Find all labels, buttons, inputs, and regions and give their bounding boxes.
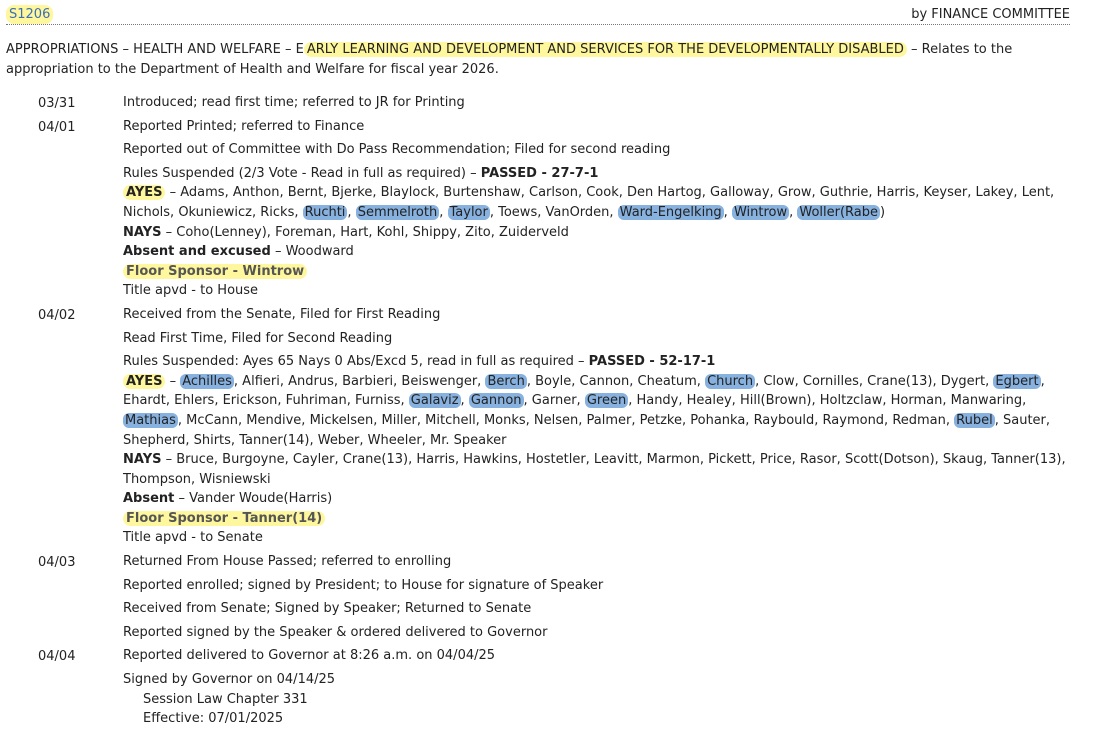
separator: ) [880,204,886,220]
ayes-label: AYES [123,373,166,389]
history-action: Reported Printed; referred to Finance [123,118,365,134]
floor-sponsor: Floor Sponsor - Tanner(14) [123,510,326,526]
history-day-0401: 04/01 Reported Printed; referred to Fina… [38,117,1078,305]
highlighted-name: Church [705,373,756,389]
absent-list: Absent and excused – Woodward [123,242,1078,262]
highlighted-name: Achilles [180,373,234,389]
absent-names: – Woodward [270,244,354,260]
nays-names: – Bruce, Burgoyne, Cayler, Crane(13), Ha… [123,452,1066,487]
bill-header: S1206 by FINANCE COMMITTEE [6,4,1070,25]
absent-list: Absent – Vander Woude(Harris) [123,489,1078,509]
effective-date: Effective: 07/01/2025 [143,711,284,727]
vote-description: Rules Suspended: Ayes 65 Nays 0 Abs/Excd… [123,354,589,370]
history-action: Read First Time, Filed for Second Readin… [123,330,393,346]
history-action: Returned From House Passed; referred to … [123,554,452,570]
highlighted-name: Taylor [447,204,490,220]
absent-label: Absent [123,491,175,507]
history-action: Title apvd - to House [123,283,259,299]
history-date: 04/04 [38,649,76,665]
bill-history: 03/31 Introduced; read first time; refer… [38,93,1078,729]
highlighted-name: Rubel [954,412,995,428]
separator: , [439,204,448,220]
highlighted-name: Egbert [993,373,1041,389]
vote-result: PASSED - 27-7-1 [480,165,599,181]
separator: , [460,393,469,409]
highlighted-name: Berch [485,373,527,389]
highlighted-name: Gannon [468,393,524,409]
ayes-label: AYES [123,185,166,201]
history-date: 04/03 [38,555,76,571]
bill-sponsor: by FINANCE COMMITTEE [911,7,1070,22]
ayes-names: , Alfieri, Andrus, Barbieri, Beiswenger, [233,373,486,389]
floor-sponsor: Floor Sponsor - Wintrow [123,263,308,279]
highlighted-name: Ruchti [302,204,348,220]
separator: , [347,204,356,220]
history-day-0402: 04/02 Received from the Senate, Filed fo… [38,305,1078,552]
separator: , [723,204,732,220]
bill-number[interactable]: S1206 [6,5,54,24]
session-law: Session Law Chapter 331 [143,691,308,707]
ayes-names: , Boyle, Cannon, Cheatum, [526,373,706,389]
bill-summary: APPROPRIATIONS – HEALTH AND WELFARE – EA… [6,40,1074,80]
nays-list: NAYS – Coho(Lenney), Foreman, Hart, Kohl… [123,223,1078,243]
highlighted-name: Wintrow [731,204,790,220]
highlighted-name: Ward-Engelking [617,204,724,220]
history-action: Reported signed by the Speaker & ordered… [123,624,548,640]
vote-result: PASSED - 52-17-1 [588,354,716,370]
absent-label: Absent and excused [123,244,271,260]
vote-description: Rules Suspended (2/3 Vote - Read in full… [123,165,481,181]
floor-sponsor-line: Floor Sponsor - Tanner(14) [123,509,1078,529]
history-date: 04/02 [38,307,76,323]
ayes-names: , Clow, Cornilles, Crane(13), Dygert, [755,373,994,389]
ayes-list: AYES – Achilles, Alfieri, Andrus, Barbie… [123,372,1078,450]
vote-action: Rules Suspended (2/3 Vote - Read in full… [123,164,1078,184]
separator: – [165,373,181,389]
highlighted-name: Galaviz [408,393,461,409]
summary-highlight: ARLY LEARNING AND DEVELOPMENT AND SERVIC… [303,42,907,57]
history-action: Reported enrolled; signed by President; … [123,577,604,593]
history-date: 04/01 [38,119,76,135]
nays-names: – Coho(Lenney), Foreman, Hart, Kohl, Shi… [161,224,569,240]
nays-label: NAYS [123,452,162,468]
history-action: Received from Senate; Signed by Speaker;… [123,601,532,617]
nays-list: NAYS – Bruce, Burgoyne, Cayler, Crane(13… [123,450,1078,489]
ayes-names: , Toews, VanOrden, [489,204,618,220]
bill-history-page: S1206 by FINANCE COMMITTEE APPROPRIATION… [0,0,1100,733]
history-action: Received from the Senate, Filed for Firs… [123,306,441,322]
floor-sponsor-line: Floor Sponsor - Wintrow [123,262,1078,282]
ayes-names: , McCann, Mendive, Mickelsen, Miller, Mi… [177,412,955,428]
highlighted-name: Woller(Rabe [797,204,881,220]
history-action: Reported delivered to Governor at 8:26 a… [123,648,496,664]
ayes-names: , Garner, [523,393,585,409]
absent-names: – Vander Woude(Harris) [174,491,333,507]
summary-start: APPROPRIATIONS – HEALTH AND WELFARE – E [6,42,304,57]
ayes-list: AYES – Adams, Anthon, Bernt, Bjerke, Bla… [123,183,1078,222]
highlighted-name: Mathias [123,412,178,428]
vote-action: Rules Suspended: Ayes 65 Nays 0 Abs/Excd… [123,352,1078,372]
history-action: Signed by Governor on 04/14/25 [123,672,336,688]
history-day-0404: 04/04 Reported delivered to Governor at … [38,646,1078,728]
history-action: Introduced; read first time; referred to… [123,95,465,110]
history-action: Title apvd - to Senate [123,530,263,546]
history-date: 03/31 [38,96,76,111]
history-day-0403: 04/03 Returned From House Passed; referr… [38,552,1078,646]
highlighted-name: Semmelroth [355,204,440,220]
highlighted-name: Green [584,393,629,409]
history-day-0331: 03/31 Introduced; read first time; refer… [38,93,1078,117]
ayes-names: , Handy, Healey, Hill(Brown), Holtzclaw,… [628,393,1027,409]
history-action: Reported out of Committee with Do Pass R… [123,142,671,158]
nays-label: NAYS [123,224,162,240]
